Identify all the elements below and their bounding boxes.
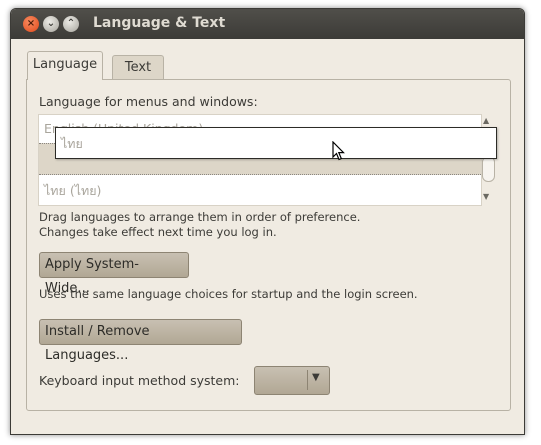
drag-hint-line2: Changes take effect next time you log in… xyxy=(39,225,277,239)
minimize-icon[interactable]: ⌄ xyxy=(43,16,59,32)
scroll-up-icon[interactable]: ▲ xyxy=(483,116,489,125)
language-text-window: × ⌄ ⌃ Language & Text Text Language Lang… xyxy=(10,8,525,435)
tab-text[interactable]: Text xyxy=(112,55,164,80)
dragged-language-item[interactable]: ไทย xyxy=(55,127,497,159)
maximize-icon[interactable]: ⌃ xyxy=(63,16,79,32)
title-bar[interactable]: × ⌄ ⌃ Language & Text xyxy=(11,9,524,39)
scroll-thumb[interactable] xyxy=(482,156,495,182)
input-method-select[interactable]: ▼ xyxy=(254,366,330,395)
drag-hint-line1: Drag languages to arrange them in order … xyxy=(39,210,361,224)
apply-system-wide-button[interactable]: Apply System-Wide... xyxy=(39,252,189,296)
mouse-pointer-icon xyxy=(332,141,345,161)
list-item[interactable]: ไทย (ไทย) xyxy=(39,177,481,205)
tab-language[interactable]: Language xyxy=(27,51,103,80)
install-remove-languages-button[interactable]: Install / Remove Languages... xyxy=(39,319,242,363)
dropdown-arrow-icon[interactable]: ▼ xyxy=(312,372,320,383)
apply-hint: Uses the same language choices for start… xyxy=(39,287,418,301)
combo-divider xyxy=(307,370,308,390)
scroll-down-icon[interactable]: ▼ xyxy=(483,192,489,201)
close-icon[interactable]: × xyxy=(23,16,39,32)
menus-language-label: Language for menus and windows: xyxy=(39,94,258,109)
window-title: Language & Text xyxy=(93,15,226,31)
dragged-language-label: ไทย xyxy=(61,136,83,151)
input-method-label: Keyboard input method system: xyxy=(39,373,240,388)
